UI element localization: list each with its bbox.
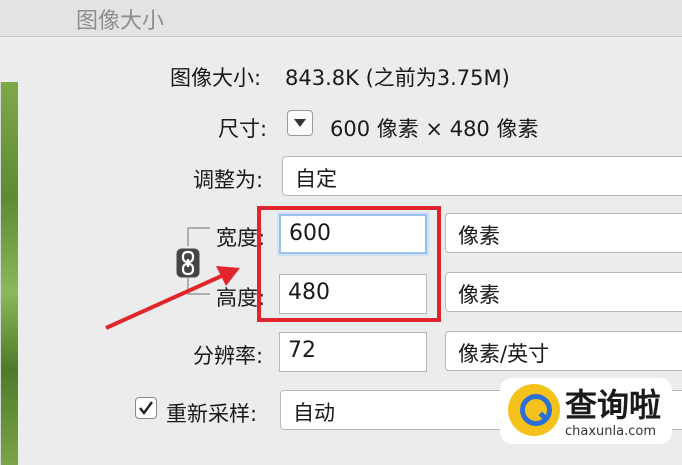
link-chain-icon [176, 248, 200, 278]
resolution-unit-select[interactable]: 像素/英寸 [445, 331, 682, 371]
width-value: 600 [289, 221, 331, 246]
fit-to-select[interactable]: 自定 [282, 156, 682, 196]
constrain-proportions-toggle[interactable] [176, 248, 200, 282]
height-input[interactable]: 480 [279, 274, 427, 314]
image-size-label: 图像大小: [170, 66, 262, 90]
resample-checkbox[interactable] [135, 397, 157, 419]
width-unit-select[interactable]: 像素 [445, 213, 682, 253]
height-value: 480 [288, 280, 330, 305]
resample-label: 重新采样: [166, 402, 258, 426]
dimensions-menu-button[interactable] [287, 110, 313, 136]
watermark-url: chaxunla.com [565, 424, 656, 439]
image-size-value: 843.8K (之前为3.75M) [285, 66, 510, 90]
checkmark-icon [139, 401, 153, 415]
width-unit-value: 像素 [458, 224, 500, 248]
width-label: 宽度: [216, 226, 266, 250]
width-input[interactable]: 600 [279, 214, 427, 254]
watermark-logo [508, 384, 560, 436]
resolution-input[interactable]: 72 [279, 332, 427, 372]
resolution-label: 分辨率: [193, 344, 264, 368]
triangle-down-icon [294, 119, 306, 127]
dimensions-value: 600 像素 × 480 像素 [330, 117, 539, 141]
resolution-unit-value: 像素/英寸 [458, 342, 550, 366]
window-title: 图像大小 [76, 9, 165, 34]
watermark-name: 查询啦 [565, 386, 662, 424]
image-preview [0, 82, 18, 465]
fit-to-value: 自定 [295, 167, 337, 191]
height-unit-value: 像素 [458, 283, 500, 307]
resolution-value: 72 [288, 338, 316, 363]
height-label: 高度: [216, 286, 266, 310]
title-bar: 图像大小 [0, 0, 682, 37]
fit-to-label: 调整为: [193, 168, 264, 192]
annotation-arrow [105, 272, 227, 330]
dimensions-label: 尺寸: [218, 117, 268, 141]
height-unit-select[interactable]: 像素 [445, 272, 682, 312]
resample-value: 自动 [293, 401, 335, 425]
